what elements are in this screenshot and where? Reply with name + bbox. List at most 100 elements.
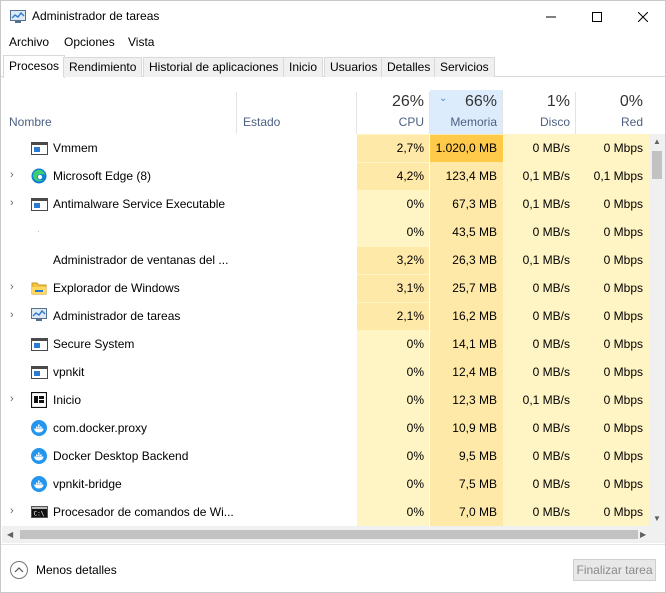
- tab-procesos[interactable]: Procesos: [3, 55, 66, 78]
- maximize-button[interactable]: [574, 1, 620, 32]
- column-header-disk[interactable]: Disco: [504, 115, 570, 129]
- tab-usuarios[interactable]: Usuarios: [324, 57, 384, 77]
- process-memory: 14,1 MB: [452, 337, 497, 351]
- process-network: 0 Mbps: [603, 197, 643, 211]
- process-row[interactable]: › Antimalware Service Executable 0% 67,3 MB…: [2, 190, 649, 218]
- minimize-button[interactable]: [528, 1, 574, 32]
- expand-chevron-icon[interactable]: ›: [10, 197, 20, 209]
- process-disk: 0 MB/s: [532, 421, 570, 435]
- less-details-icon[interactable]: [10, 561, 28, 579]
- column-header-memory[interactable]: Memoria: [431, 115, 497, 129]
- process-memory: 123,4 MB: [445, 169, 497, 183]
- process-memory: 10,9 MB: [452, 421, 497, 435]
- expand-chevron-icon[interactable]: ›: [10, 169, 20, 181]
- process-disk: 0,1 MB/s: [522, 197, 570, 211]
- process-row[interactable]: Secure System 0% 14,1 MB 0 MB/s 0 Mbps: [2, 330, 649, 358]
- menu-vista[interactable]: Vista: [128, 35, 154, 49]
- tab-historial[interactable]: Historial de aplicaciones: [143, 57, 285, 77]
- process-row[interactable]: › Explorador de Windows 3,1% 25,7 MB 0 MB/s 0…: [2, 274, 649, 302]
- process-cpu: 0%: [406, 393, 424, 407]
- process-name: Secure System: [53, 337, 135, 351]
- menu-opciones[interactable]: Opciones: [64, 35, 115, 49]
- title-bar[interactable]: Administrador de tareas: [1, 1, 665, 32]
- scroll-right-icon[interactable]: ▶: [640, 530, 646, 539]
- vertical-scroll-thumb[interactable]: [652, 151, 662, 179]
- menu-archivo[interactable]: Archivo: [9, 35, 49, 49]
- memory-total-percent[interactable]: 66%: [431, 93, 497, 111]
- process-memory: 12,3 MB: [452, 393, 497, 407]
- column-header-status[interactable]: Estado: [243, 115, 280, 129]
- column-divider[interactable]: [236, 92, 237, 134]
- process-row[interactable]: › Microsoft Edge (8) 4,2% 123,4 MB 0,1 MB/s 0…: [2, 162, 649, 190]
- process-row[interactable]: › C:\ Procesador de comandos de Wi... 0% 7,0…: [2, 498, 649, 526]
- process-name: com.docker.proxy: [53, 421, 148, 435]
- cpu-total-percent[interactable]: 26%: [358, 93, 424, 111]
- window-app-icon: [31, 364, 48, 380]
- process-row[interactable]: › Administrador de tareas 2,1% 16,2 MB 0 MB/…: [2, 302, 649, 330]
- expand-chevron-icon[interactable]: ›: [10, 309, 20, 321]
- process-network: 0 Mbps: [603, 309, 643, 323]
- end-task-button[interactable]: Finalizar tarea: [573, 559, 656, 581]
- process-memory: 43,5 MB: [452, 225, 497, 239]
- process-memory: 16,2 MB: [452, 309, 497, 323]
- scroll-up-icon[interactable]: ▲: [653, 137, 661, 146]
- process-disk: 0 MB/s: [532, 225, 570, 239]
- column-header-network[interactable]: Red: [577, 115, 643, 129]
- disk-total-percent[interactable]: 1%: [504, 93, 570, 111]
- process-row[interactable]: vpnkit 0% 12,4 MB 0 MB/s 0 Mbps: [2, 358, 649, 386]
- network-total-percent[interactable]: 0%: [577, 93, 643, 111]
- footer-bar: Menos detalles Finalizar tarea: [1, 544, 665, 592]
- start-icon: [30, 391, 48, 409]
- tab-inicio[interactable]: Inicio: [283, 57, 324, 77]
- process-row[interactable]: Docker Desktop Backend 0% 9,5 MB 0 MB/s 0 Mb…: [2, 442, 649, 470]
- process-network: 0 Mbps: [603, 337, 643, 351]
- horizontal-scrollbar[interactable]: ◀ ▶: [2, 526, 665, 543]
- process-row[interactable]: 0% 43,5 MB 0 MB/s 0 Mbps: [2, 218, 649, 246]
- tab-rendimiento[interactable]: Rendimiento: [63, 57, 143, 77]
- process-cpu: 0%: [406, 365, 424, 379]
- process-memory: 25,7 MB: [452, 281, 497, 295]
- column-header-name[interactable]: Nombre: [9, 115, 52, 129]
- process-row[interactable]: Vmmem 2,7% 1.020,0 MB 0 MB/s 0 Mbps: [2, 134, 649, 162]
- column-divider[interactable]: [356, 92, 357, 134]
- process-table: Nombre Estado 26% CPU ⌄ 66% Memoria 1% D…: [2, 90, 649, 526]
- process-disk: 0,1 MB/s: [522, 393, 570, 407]
- column-divider[interactable]: [575, 92, 576, 134]
- process-name: Vmmem: [53, 141, 98, 155]
- tab-detalles[interactable]: Detalles: [381, 57, 437, 77]
- table-header: Nombre Estado 26% CPU ⌄ 66% Memoria 1% D…: [2, 90, 649, 134]
- close-button[interactable]: [620, 1, 666, 32]
- process-row[interactable]: com.docker.proxy 0% 10,9 MB 0 MB/s 0 Mbps: [2, 414, 649, 442]
- vertical-scrollbar[interactable]: ▲ ▼: [649, 134, 665, 526]
- column-header-cpu[interactable]: CPU: [358, 115, 424, 129]
- scroll-down-icon[interactable]: ▼: [653, 514, 661, 523]
- expand-chevron-icon[interactable]: ›: [10, 281, 20, 293]
- process-row[interactable]: Administrador de ventanas del ... 3,2% 26,…: [2, 246, 649, 274]
- process-cpu: 3,2%: [396, 253, 424, 267]
- process-network: 0 Mbps: [603, 393, 643, 407]
- process-row[interactable]: vpnkit-bridge 0% 7,5 MB 0 MB/s 0 Mbps: [2, 470, 649, 498]
- scroll-left-icon[interactable]: ◀: [7, 530, 13, 539]
- process-cpu: 4,2%: [396, 169, 424, 183]
- process-name: Inicio: [53, 393, 82, 407]
- process-cpu: 0%: [406, 225, 424, 239]
- expand-chevron-icon[interactable]: ›: [10, 393, 20, 405]
- process-memory: 9,5 MB: [458, 449, 497, 463]
- menu-bar: Archivo Opciones Vista: [1, 33, 665, 53]
- column-divider[interactable]: [429, 92, 430, 134]
- process-row[interactable]: › Inicio 0% 12,3 MB 0,1 MB/s 0 Mbps: [2, 386, 649, 414]
- window-app-icon: [31, 196, 48, 212]
- process-network: 0 Mbps: [603, 449, 643, 463]
- process-disk: 0 MB/s: [532, 477, 570, 491]
- process-name: Microsoft Edge (8): [53, 169, 152, 183]
- task-manager-window: Administrador de tareas Archivo Opciones…: [0, 0, 666, 593]
- expand-chevron-icon[interactable]: ›: [10, 505, 20, 517]
- process-disk: 0 MB/s: [532, 141, 570, 155]
- tab-servicios[interactable]: Servicios: [434, 57, 495, 77]
- column-divider[interactable]: [502, 92, 503, 134]
- less-details-link[interactable]: Menos detalles: [36, 563, 117, 577]
- horizontal-scroll-thumb[interactable]: [20, 530, 638, 539]
- process-cpu: 0%: [406, 449, 424, 463]
- window-app-icon: [31, 140, 48, 156]
- process-memory: 7,0 MB: [458, 505, 497, 519]
